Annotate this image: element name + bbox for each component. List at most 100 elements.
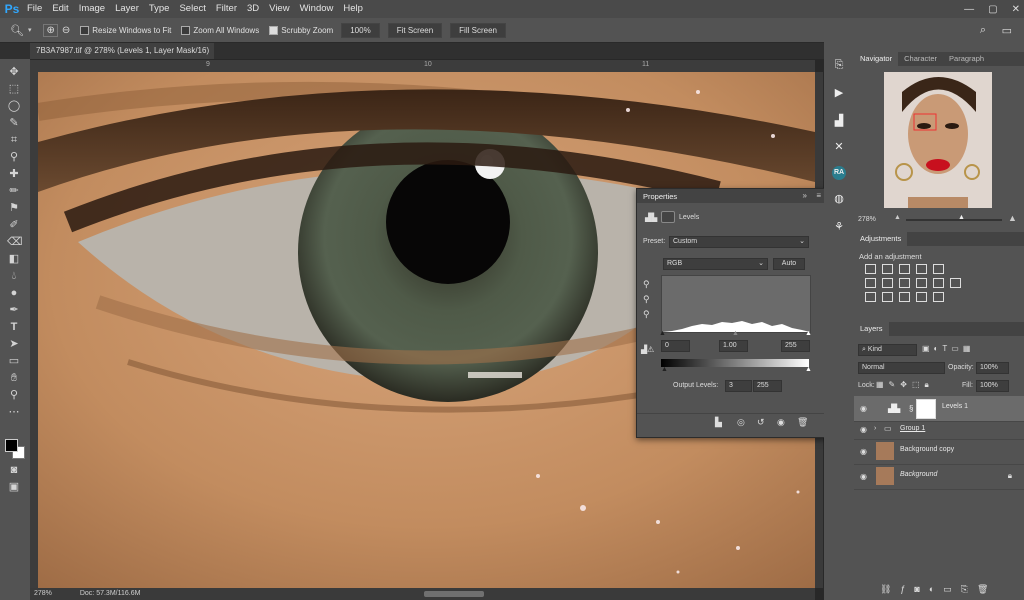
input-black-slider[interactable]: ▲ [659,330,666,337]
posterize-icon[interactable] [882,292,893,302]
zoom-all-checkbox[interactable]: Zoom All Windows [181,25,259,35]
menu-image[interactable]: Image [74,0,110,18]
input-black-field[interactable]: 0 [661,340,690,352]
quick-select-icon[interactable]: ✎ [7,116,21,130]
zoom-out-small-icon[interactable]: ▲ [894,214,901,221]
view-previous-icon[interactable]: ◎ [737,417,745,428]
exposure-icon[interactable] [916,264,927,274]
zoom-100-button[interactable]: 100% [341,22,380,38]
vibrance-icon[interactable] [933,264,944,274]
menu-help[interactable]: Help [338,0,368,18]
invert-icon[interactable] [865,292,876,302]
rectangle-tool-icon[interactable]: ▭ [7,354,21,368]
trash-icon[interactable]: 🗑︎ [797,417,808,428]
channel-dropdown[interactable]: RGB ⌄ [663,258,768,270]
history-brush-icon[interactable]: ✐ [7,218,21,232]
threshold-icon[interactable] [899,292,910,302]
output-black-slider[interactable]: ▲ [661,366,668,373]
visibility-icon[interactable]: ◉ [777,417,785,428]
input-mid-slider[interactable]: ▲ [732,330,739,337]
clone-stamp-icon[interactable]: ⚑ [7,201,21,215]
plugin-ra-icon[interactable]: RA [832,166,846,180]
input-white-slider[interactable]: ▲ [805,330,812,337]
layer-row[interactable]: ◉ Background copy [854,439,1024,465]
layer-name[interactable]: Group 1 [900,425,925,432]
marquee-tool-icon[interactable]: ⬚ [7,82,21,96]
output-white-slider[interactable]: ▲ [805,366,812,373]
auto-button[interactable]: Auto [773,258,805,270]
path-select-icon[interactable]: ➤ [7,337,21,351]
channel-mixer-icon[interactable] [933,278,944,288]
black-eyedropper-icon[interactable]: ⚲ [643,279,650,290]
eraser-tool-icon[interactable]: ⌫ [7,235,23,249]
info-icon[interactable]: ◍ [832,192,846,206]
zoom-tool-icon[interactable]: 🔍︎ [10,24,24,37]
brush-tool-icon[interactable]: ✏ [7,184,21,198]
menu-view[interactable]: View [264,0,294,18]
tab-properties[interactable]: Properties [643,192,677,201]
opacity-field[interactable]: 100% [976,362,1009,374]
dodge-tool-icon[interactable]: ● [7,286,21,300]
foreground-color-swatch[interactable] [5,439,18,452]
levels-adj-icon[interactable] [882,264,893,274]
navigator-thumbnail[interactable] [884,72,992,208]
resize-windows-checkbox[interactable]: Resize Windows to Fit [80,25,171,35]
tab-navigator[interactable]: Navigator [854,52,899,66]
color-lookup-icon[interactable] [950,278,961,288]
screen-mode-icon[interactable]: ▣ [7,480,21,494]
menu-file[interactable]: File [22,0,47,18]
menu-select[interactable]: Select [174,0,210,18]
menu-type[interactable]: Type [144,0,175,18]
blur-tool-icon[interactable]: 💧︎ [7,269,21,283]
white-eyedropper-icon[interactable]: ⚲ [643,309,650,320]
pen-tool-icon[interactable]: ✒ [7,303,21,317]
tab-adjustments[interactable]: Adjustments [854,232,908,246]
navigator-zoom-field[interactable]: 278% [858,216,876,223]
navigator-slider-thumb[interactable]: ▲ [958,214,965,221]
type-tool-icon[interactable]: T [7,320,21,334]
fill-screen-button[interactable]: Fill Screen [450,22,506,38]
brush-preset-icon[interactable]: ⚘ [832,220,846,234]
eye-icon[interactable]: ◉ [860,472,869,481]
actions-play-icon[interactable]: ▶ [832,86,846,100]
menu-3d[interactable]: 3D [242,0,264,18]
chevron-right-icon[interactable]: › [874,425,876,432]
navigator-zoom-slider[interactable] [906,219,1002,221]
tools-preset-icon[interactable]: ✕ [832,140,846,154]
gray-eyedropper-icon[interactable]: ⚲ [643,294,650,305]
history-icon[interactable]: ⎘ [832,58,846,72]
black-white-icon[interactable] [899,278,910,288]
link-icon[interactable]: § [909,404,913,413]
lock-icons[interactable]: ▦✎✥⬚🔒︎ [876,380,934,390]
minimize-button[interactable]: — [964,4,974,15]
eye-icon[interactable]: ◉ [860,425,869,434]
menu-layer[interactable]: Layer [110,0,144,18]
input-mid-field[interactable]: 1.00 [719,340,748,352]
mask-icon[interactable] [661,211,675,223]
lasso-tool-icon[interactable]: ◯ [7,99,21,113]
eyedropper-tool-icon[interactable]: ⚲ [7,150,21,164]
chevron-down-icon[interactable]: ▾ [28,26,32,34]
search-icon[interactable]: ⌕ [980,24,986,37]
maximize-button[interactable]: ▢ [988,4,997,15]
zoom-tool-icon-side[interactable]: ⚲ [7,388,21,402]
more-tools-icon[interactable]: ⋯ [7,405,21,419]
fit-screen-button[interactable]: Fit Screen [387,22,443,38]
input-white-field[interactable]: 255 [781,340,810,352]
clipping-warning-icon[interactable]: ▟⚠ [641,345,654,354]
reset-icon[interactable]: ↺ [757,417,765,428]
layer-mask-thumb[interactable] [916,399,936,419]
photo-filter-icon[interactable] [916,278,927,288]
output-black-field[interactable]: 3 [725,380,752,392]
panel-collapse-icon[interactable]: » [803,191,807,200]
layer-filter-icons[interactable]: ▣◐T▭▦ [922,344,974,353]
scrubby-zoom-checkbox[interactable]: Scrubby Zoom [269,25,333,35]
zoom-in-icon[interactable]: ⊕ [43,23,58,37]
workspace-icon[interactable]: ▭ [1002,24,1012,37]
layer-row[interactable]: ◉ Background 🔒︎ [854,464,1024,490]
close-button[interactable]: ✕ [1012,4,1020,15]
eye-icon[interactable]: ◉ [860,404,869,413]
tab-paragraph[interactable]: Paragraph [943,52,990,66]
menu-edit[interactable]: Edit [47,0,73,18]
quick-mask-icon[interactable]: ◙ [7,463,21,477]
